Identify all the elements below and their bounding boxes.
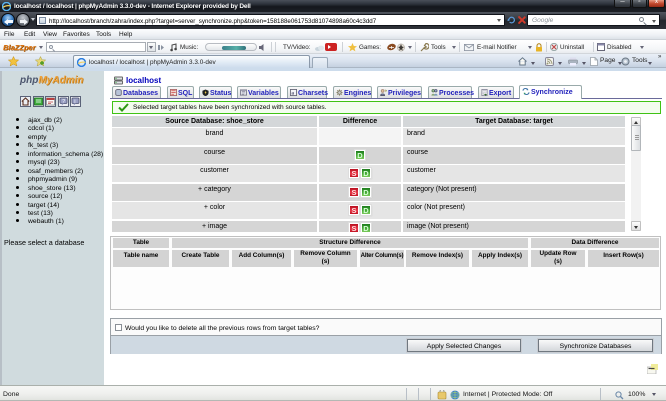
- svg-text:i: i: [74, 99, 75, 105]
- svg-text:a: a: [291, 91, 294, 96]
- svg-text:?: ?: [62, 99, 65, 105]
